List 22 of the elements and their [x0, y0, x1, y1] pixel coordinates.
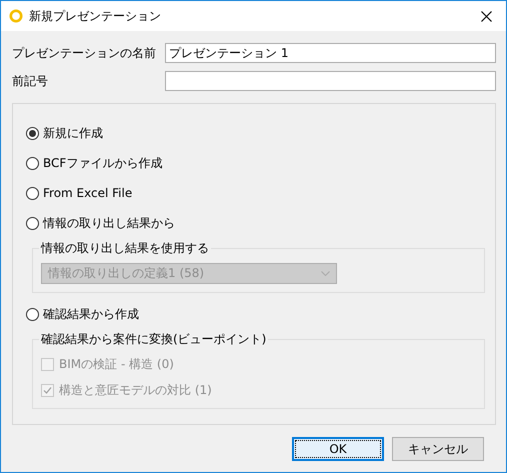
field-label: 前記号	[12, 72, 49, 90]
radio-button[interactable]	[26, 216, 39, 230]
cancel-button[interactable]: キャンセル	[392, 437, 484, 461]
input-field[interactable]: プレゼンテーション 1	[165, 43, 496, 63]
group-title: 情報の取り出し結果を使用する	[39, 240, 211, 257]
close-icon	[481, 10, 492, 22]
radio-option[interactable]: 情報の取り出し結果から	[26, 208, 175, 238]
field-label: プレゼンテーションの名前	[12, 44, 157, 62]
chevron-icon	[321, 271, 330, 276]
radio-button[interactable]	[26, 308, 39, 320]
radio-option[interactable]: From Excel File	[26, 178, 132, 208]
radio-button[interactable]	[26, 186, 39, 200]
group-title: 確認結果から案件に変換(ビューポイント)	[39, 331, 268, 348]
radio-option[interactable]: 新規に作成	[26, 118, 103, 148]
radio-button[interactable]	[26, 156, 39, 170]
radio-option[interactable]: 確認結果から作成	[26, 299, 139, 329]
radio-option[interactable]: BCFファイルから作成	[26, 148, 162, 178]
ok-button[interactable]: OK	[292, 437, 384, 461]
window-title: 新規プレゼンテーション	[29, 8, 162, 24]
app-icon	[9, 9, 23, 23]
radio-button[interactable]	[26, 126, 39, 140]
input-field[interactable]	[165, 71, 496, 91]
